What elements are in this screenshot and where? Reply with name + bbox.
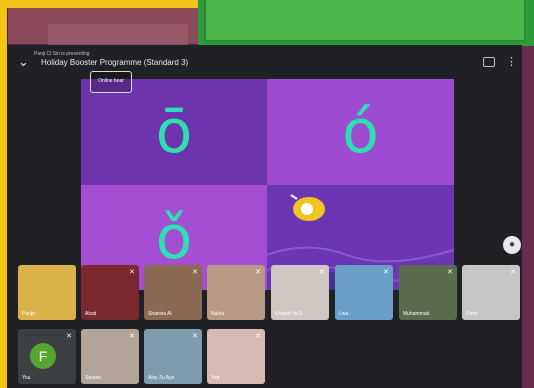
microphone-icon[interactable]: ●: [503, 236, 521, 254]
participant-name: Shanisa Ai: [148, 311, 172, 317]
participant-name: Aisy Zu Aye: [148, 375, 175, 381]
participant-name: Pano: [466, 311, 478, 317]
participant-tile[interactable]: ✕ Aizat: [81, 265, 139, 320]
participant-name: Panjiy: [22, 311, 36, 317]
participant-tile[interactable]: ✕ Aisy Zu Aye: [144, 329, 202, 384]
mic-off-icon: ✕: [66, 333, 72, 340]
mic-off-icon: ✕: [510, 269, 516, 276]
participant-tile-self[interactable]: ✕ F You: [18, 329, 76, 384]
mic-off-icon: ✕: [129, 269, 135, 276]
presentation-stage: ō ó ǒ Online bear: [81, 71, 454, 290]
slide-letter-1: ō: [155, 97, 193, 167]
participant-tile[interactable]: ✕ Naiha: [207, 265, 265, 320]
side-panel: [522, 46, 534, 388]
mic-off-icon: ✕: [192, 333, 198, 340]
mic-off-icon: ✕: [129, 333, 135, 340]
participant-name: Muhammad: [403, 311, 430, 317]
participant-name: Serban: [85, 375, 102, 381]
badge-logo: Online bear: [90, 71, 132, 93]
more-options-icon[interactable]: ⋮: [506, 55, 517, 68]
slide-letter-3: ǒ: [155, 202, 193, 273]
camera-icon[interactable]: [483, 57, 495, 67]
slide-cell-1: ō: [81, 79, 267, 185]
participant-name: Yee: [211, 375, 220, 381]
avatar: F: [30, 343, 56, 369]
participant-tile[interactable]: ✕ Pano: [462, 265, 520, 320]
participant-name: Khaled Ye.D: [275, 311, 303, 317]
participant-tile[interactable]: ✕ Khaled Ye.D: [271, 265, 329, 320]
mic-off-icon: ✕: [255, 333, 261, 340]
mic-off-icon: ✕: [383, 269, 389, 276]
presenter-label: Panji.Cl Sin is presenting: [34, 51, 90, 57]
green-overlay-inner: [204, 0, 526, 42]
participant-tile[interactable]: Panjiy: [18, 265, 76, 320]
participant-tile[interactable]: ✕ Serban: [81, 329, 139, 384]
participant-name: Naiha: [211, 311, 225, 317]
slide-cell-2: ó: [267, 79, 454, 185]
meeting-topbar: ⌄ Panji.Cl Sin is presenting Holiday Boo…: [7, 45, 522, 77]
mic-off-icon: ✕: [447, 269, 453, 276]
participant-name: Lwa: [339, 311, 349, 317]
participant-tile[interactable]: ✕ Shanisa Ai: [144, 265, 202, 320]
participant-name: You: [22, 375, 31, 381]
mic-off-icon: ✕: [255, 269, 261, 276]
meeting-title[interactable]: Holiday Booster Programme (Standard 3): [41, 58, 188, 67]
mic-off-icon: ✕: [319, 269, 325, 276]
slide-letter-2: ó: [342, 97, 379, 167]
participant-tile[interactable]: ✕ Muhammad: [399, 265, 457, 320]
mic-off-icon: ✕: [192, 269, 198, 276]
yellow-border-left: [0, 0, 7, 388]
participant-tile[interactable]: ✕ Yee: [207, 329, 265, 384]
participant-tile[interactable]: ✕ Lwa: [335, 265, 393, 320]
overlay-banner: [8, 8, 198, 46]
chevron-down-icon[interactable]: ⌄: [18, 54, 29, 70]
participant-name: Aizat: [85, 311, 97, 317]
meet-window: ⌄ Panji.Cl Sin is presenting Holiday Boo…: [7, 45, 522, 388]
